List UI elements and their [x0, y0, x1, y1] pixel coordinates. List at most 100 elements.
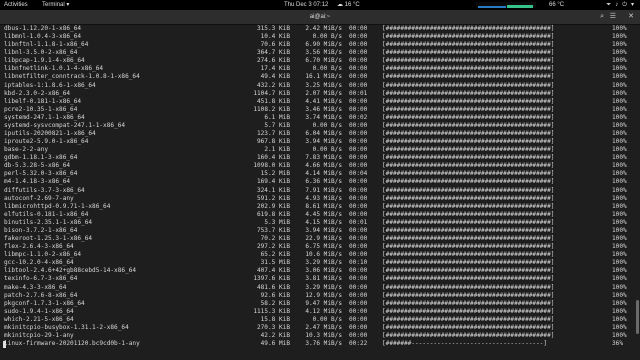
- package-name: iputils-20200821-1-x86_64: [4, 130, 96, 138]
- download-speed: 2.47 MiB/s: [305, 323, 342, 331]
- window-title: ai@ai:~: [309, 14, 331, 20]
- progress-bar: [#######################################…: [382, 267, 555, 275]
- progress-percent: 100%: [612, 33, 627, 41]
- elapsed-time: 00:00: [349, 105, 368, 113]
- terminal-line: which-2.21-5-x86_64 15.8 KiB 0.00 B/s 00:00…: [0, 316, 640, 324]
- download-speed: 10.6 MiB/s: [305, 251, 342, 259]
- download-speed: 3.29 MiB/s: [305, 259, 342, 267]
- download-speed: 3.56 MiB/s: [305, 49, 342, 57]
- terminal-line: mkinitcpio-busybox-1.31.1-2-x86_64 270.3 …: [0, 324, 640, 332]
- network-icon[interactable]: ⏷: [606, 0, 611, 10]
- download-speed: 12.9 MiB/s: [305, 291, 342, 299]
- download-size: 591.2 KiB: [256, 194, 290, 202]
- download-size: 5.3 MiB: [264, 218, 290, 226]
- progress-bar: [#######################################…: [382, 202, 555, 210]
- terminal-line: gdbm-1.18.1-3-x86_64 160.4 KiB 7.83 MiB/s 0…: [0, 154, 640, 162]
- volume-icon[interactable]: ♪: [615, 0, 618, 10]
- download-size: 967.8 KiB: [256, 138, 290, 146]
- download-size: 1098.0 KiB: [253, 162, 290, 170]
- terminal-line: fakeroot-1.25.3-1-x86_64 70.2 KiB 22.9 MiB…: [0, 235, 640, 243]
- progress-bar: [#######################################…: [382, 57, 555, 65]
- progress-bar: [#######################################…: [382, 105, 555, 113]
- package-name: pcre2-10.35-1-x86_64: [4, 105, 78, 113]
- package-name: gcc-10.2.0-4-x86_64: [4, 259, 74, 267]
- close-icon[interactable]: ✕: [628, 10, 634, 24]
- terminal-line: systemd-sysvcompat-247.1-1-x86_64 5.7 KiB…: [0, 122, 640, 130]
- elapsed-time: 00:00: [349, 194, 368, 202]
- download-speed: 6.75 MiB/s: [305, 243, 342, 251]
- menu-icon[interactable]: ☰: [610, 10, 616, 24]
- terminal-line: libnftnl-1.1.8-1-x86_64 70.6 KiB 6.90 MiB/…: [0, 41, 640, 49]
- progress-bar: [#######################################…: [382, 138, 555, 146]
- download-speed: 6.90 MiB/s: [305, 41, 342, 49]
- cpu-temperature[interactable]: 66 °C: [549, 0, 564, 10]
- elapsed-time: 00:00: [349, 41, 368, 49]
- system-tray[interactable]: ⏷ ♪ ⏻ ▾: [606, 0, 634, 10]
- progress-bar: [#######################################…: [382, 113, 555, 121]
- download-speed: 7.83 MiB/s: [305, 154, 342, 162]
- package-name: iproute2-5.9.0-1-x86_64: [4, 138, 89, 146]
- progress-percent: 100%: [612, 218, 627, 226]
- download-size: 432.2 KiB: [256, 81, 290, 89]
- elapsed-time: 00:10: [349, 259, 368, 267]
- clock[interactable]: Thu Dec 3 07:12: [284, 0, 328, 10]
- progress-bar: [#######################################…: [382, 235, 555, 243]
- progress-bar: [#######################################…: [382, 41, 555, 49]
- power-icon[interactable]: ⏻: [622, 0, 627, 10]
- elapsed-time: 00:00: [349, 178, 368, 186]
- progress-percent: 100%: [612, 113, 627, 121]
- package-name: texinfo-6.7-3-x86_64: [4, 275, 78, 283]
- terminal-line: binutils-2.35.1-1-x86_64 5.3 MiB 4.15 MiB/…: [0, 219, 640, 227]
- progress-percent: 100%: [612, 105, 627, 113]
- system-monitor-graph[interactable]: [476, 2, 536, 8]
- elapsed-time: 00:00: [349, 323, 368, 331]
- elapsed-time: 00:00: [349, 226, 368, 234]
- terminal-line: diffutils-3.7-3-x86_64 324.1 KiB 7.91 MiB/…: [0, 187, 640, 195]
- package-name: elfutils-0.181-1-x86_64: [4, 210, 89, 218]
- progress-bar: [#######################################…: [382, 315, 555, 323]
- progress-bar: [#######################################…: [382, 73, 555, 81]
- package-name: mkinitcpio-29-1-any: [4, 331, 74, 339]
- terminal-line: iproute2-5.9.0-1-x86_64 967.8 KiB 3.94 MiB…: [0, 138, 640, 146]
- download-size: 169.4 KiB: [256, 178, 290, 186]
- download-size: 15.2 MiB: [260, 170, 290, 178]
- elapsed-time: 00:00: [349, 138, 368, 146]
- terminal-line: libmnl-1.0.4-3-x86_64 10.4 KiB 0.00 B/s 00:…: [0, 33, 640, 41]
- progress-percent: 100%: [612, 97, 627, 105]
- progress-bar: [#######################################…: [382, 81, 555, 89]
- activities-button[interactable]: Activities: [4, 0, 28, 10]
- progress-bar: [#######################################…: [382, 33, 555, 41]
- progress-bar: [#######################################…: [382, 275, 555, 283]
- terminal-line: iputils-20200821-1-x86_64 123.7 KiB 6.04 M…: [0, 130, 640, 138]
- app-menu[interactable]: Terminal ▾: [42, 0, 69, 10]
- progress-percent: 100%: [612, 121, 627, 129]
- progress-percent: 100%: [612, 73, 627, 81]
- terminal-output[interactable]: dbus-1.12.20-1-x86_64 315.3 KiB 2.42 MiB/s…: [0, 25, 640, 360]
- elapsed-time: 00:00: [349, 57, 368, 65]
- download-speed: 0.00 B/s: [312, 65, 342, 73]
- elapsed-time: 00:22: [349, 340, 368, 348]
- package-name: gdbm-1.18.1-3-x86_64: [4, 154, 78, 162]
- download-size: 160.4 KiB: [256, 154, 290, 162]
- scrollbar[interactable]: [636, 300, 639, 334]
- elapsed-time: 00:00: [349, 97, 368, 105]
- download-size: 324.1 KiB: [256, 186, 290, 194]
- download-speed: 2.07 MiB/s: [305, 89, 342, 97]
- terminal-line: libnl-3.5.0-2-x86_64 364.7 KiB 3.56 MiB/s 0…: [0, 49, 640, 57]
- download-speed: 4.15 MiB/s: [305, 218, 342, 226]
- search-icon[interactable]: ⌕: [600, 10, 604, 24]
- progress-bar: [#######################################…: [382, 121, 555, 129]
- terminal-line: libnetfilter_conntrack-1.0.8-1-x86_64 49.…: [0, 73, 640, 81]
- download-size: 49.4 KiB: [260, 73, 290, 81]
- progress-bar: [#######--------------------------------…: [382, 340, 548, 348]
- download-size: 6.1 MiB: [264, 113, 290, 121]
- chevron-down-icon[interactable]: ▾: [631, 0, 634, 10]
- download-size: 297.2 KiB: [256, 243, 290, 251]
- package-name: libmpc-1.1.0-2-x86_64: [4, 251, 82, 259]
- package-name: libmnl-1.0.4-3-x86_64: [4, 33, 82, 41]
- progress-bar: [#######################################…: [382, 226, 555, 234]
- progress-percent: 100%: [612, 267, 627, 275]
- weather-indicator[interactable]: ☁ 16 °C: [337, 0, 360, 10]
- elapsed-time: 00:00: [349, 267, 368, 275]
- progress-percent: 100%: [612, 81, 627, 89]
